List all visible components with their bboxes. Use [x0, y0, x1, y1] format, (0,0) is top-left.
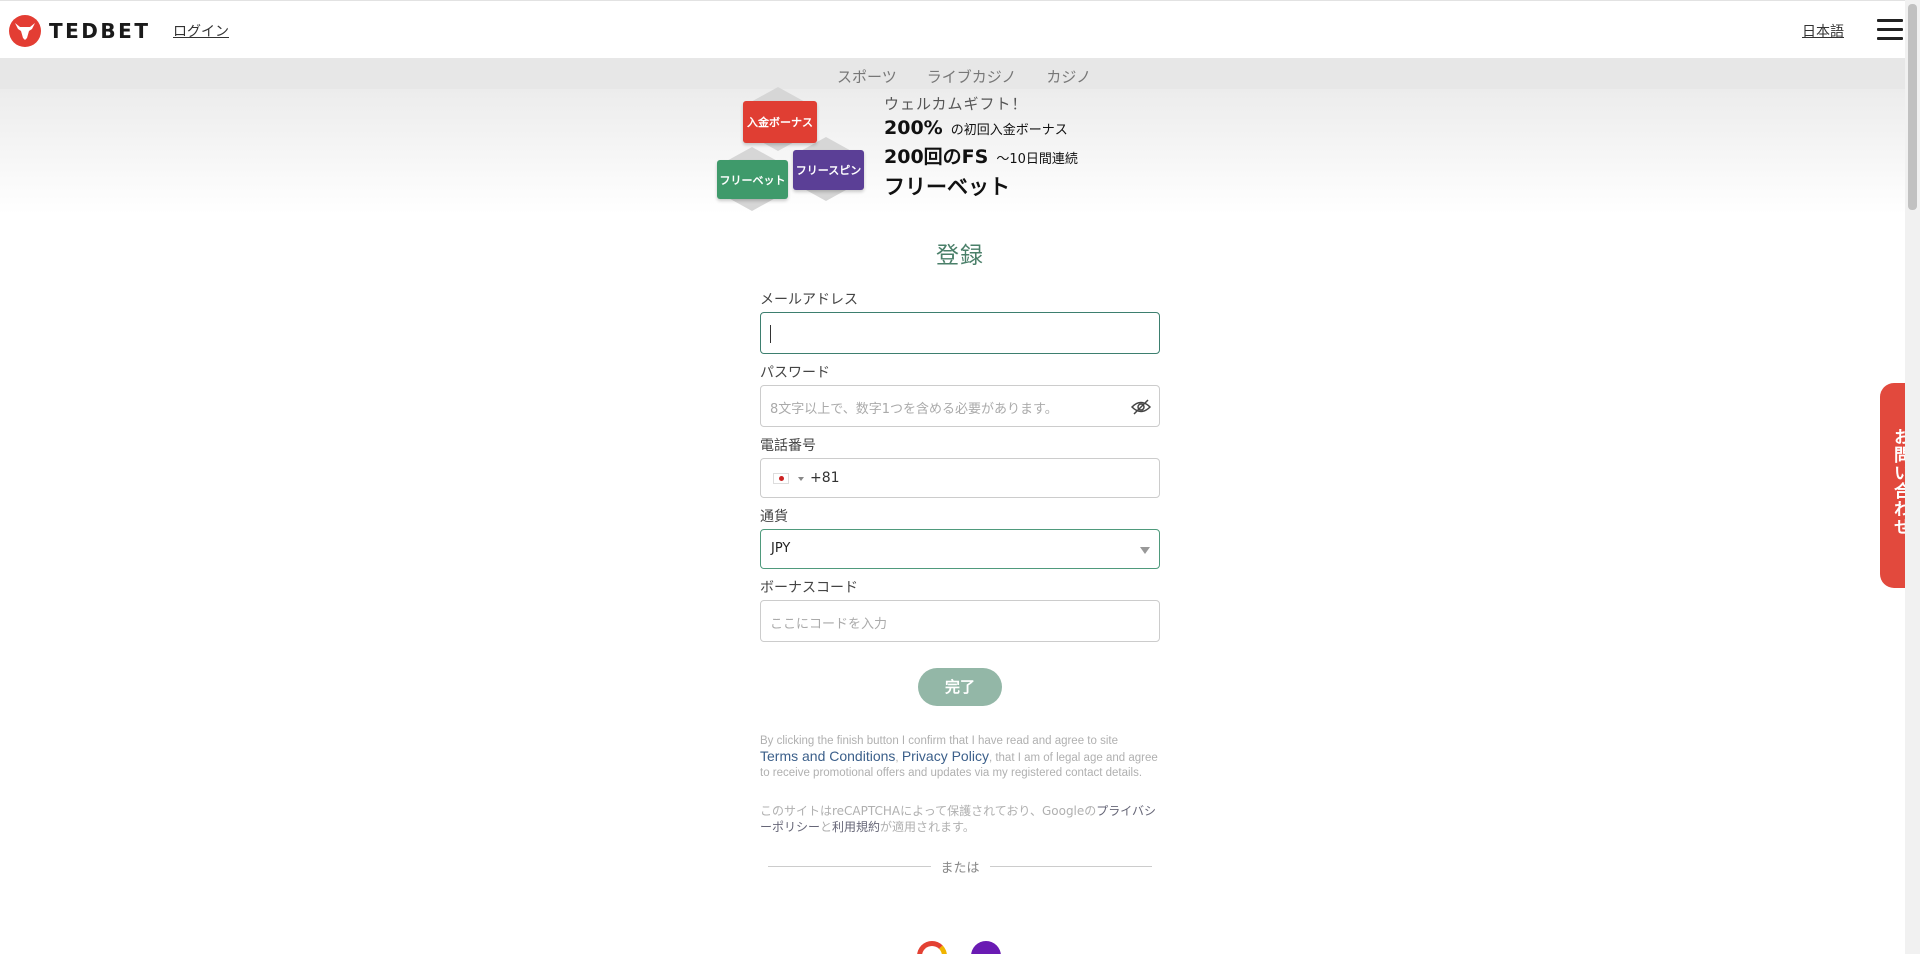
brand-logo[interactable]: TEDBET: [9, 15, 150, 47]
or-divider: または: [760, 857, 1160, 876]
terms-comma: ,: [895, 752, 899, 764]
promo-percent: 200%: [884, 117, 943, 139]
finish-button[interactable]: 完了: [918, 668, 1002, 706]
welcome-gift-title: ウェルカムギフト！: [884, 95, 1028, 113]
promo-spins: 200回のFS: [884, 146, 989, 168]
brand-name: TEDBET: [49, 19, 151, 43]
terms-notice: By clicking the finish button I confirm …: [760, 734, 1160, 781]
bull-icon: [9, 15, 41, 47]
password-label: パスワード: [760, 365, 830, 381]
terms-prefix: By clicking the finish button I confirm …: [760, 735, 1118, 747]
password-placeholder: 8文字以上で、数字1つを含める必要があります。: [770, 402, 1058, 417]
deposit-bonus-badge: 入金ボーナス: [743, 101, 817, 143]
promo-percent-desc: の初回入金ボーナス: [950, 123, 1068, 138]
language-selector[interactable]: 日本語: [1802, 21, 1844, 41]
or-text: または: [940, 861, 980, 876]
eye-slash-icon[interactable]: [1131, 398, 1151, 416]
phone-field[interactable]: +81: [760, 458, 1160, 498]
promo-line-deposit: 200% の初回入金ボーナス: [884, 117, 1078, 139]
free-bet-badge: フリーベット: [717, 160, 788, 199]
bonus-code-field[interactable]: ここにコードを入力: [760, 600, 1160, 642]
currency-select[interactable]: JPY: [760, 529, 1160, 569]
currency-label: 通貨: [760, 509, 788, 525]
chevron-down-icon[interactable]: [798, 477, 804, 481]
scrollbar-thumb[interactable]: [1908, 4, 1917, 210]
login-link[interactable]: ログイン: [173, 21, 229, 41]
email-label: メールアドレス: [760, 292, 858, 308]
japan-flag-icon[interactable]: [773, 473, 789, 484]
phone-country-code: +81: [810, 470, 840, 486]
page-scrollbar[interactable]: [1905, 0, 1920, 954]
dropdown-arrow-icon: [1140, 547, 1150, 554]
free-spin-badge: フリースピン: [793, 150, 864, 190]
google-terms-link[interactable]: 利用規約: [832, 820, 880, 834]
promo-text: ウェルカムギフト！ 200% の初回入金ボーナス 200回のFS ～10日間連続 フ…: [884, 93, 1078, 201]
terms-link[interactable]: Terms and Conditions: [760, 748, 895, 764]
text-caret: [770, 325, 771, 343]
product-tabs-bar: スポーツ ライブカジノ カジノ: [0, 58, 1905, 94]
bonus-code-placeholder: ここにコードを入力: [770, 617, 888, 632]
recaptcha-and: と: [820, 820, 833, 834]
hamburger-menu-icon[interactable]: [1877, 19, 1903, 41]
google-icon[interactable]: [917, 941, 947, 954]
promo-spins-desc: ～10日間連続: [996, 152, 1078, 167]
email-field[interactable]: [760, 312, 1160, 354]
password-field[interactable]: 8文字以上で、数字1つを含める必要があります。: [760, 385, 1160, 427]
privacy-policy-link[interactable]: Privacy Policy: [902, 748, 989, 764]
promo-line-spins: 200回のFS ～10日間連続: [884, 142, 1078, 169]
site-header: TEDBET ログイン 日本語: [0, 0, 1905, 58]
currency-value: JPY: [771, 541, 791, 556]
recaptcha-notice: このサイトはreCAPTCHAによって保護されており、Googleのプライバシー…: [760, 803, 1160, 835]
registration-form: 登録 メールアドレス パスワード 8文字以上で、数字1つを含める必要があります。…: [760, 236, 1160, 876]
promo-line-freebet: フリーベット: [884, 175, 1010, 199]
recaptcha-prefix: このサイトはreCAPTCHAによって保護されており、Googleの: [760, 804, 1097, 818]
social-login-buttons: [917, 941, 1025, 954]
recaptcha-suffix: が適用されます。: [880, 820, 975, 834]
welcome-promo-banner: 入金ボーナス フリースピン フリーベット ウェルカムギフト！ 200% の初回入金…: [0, 87, 1905, 214]
phone-label: 電話番号: [760, 438, 816, 454]
bonus-code-label: ボーナスコード: [760, 580, 858, 596]
page-title: 登録: [936, 243, 984, 269]
yahoo-icon[interactable]: [971, 941, 1001, 954]
